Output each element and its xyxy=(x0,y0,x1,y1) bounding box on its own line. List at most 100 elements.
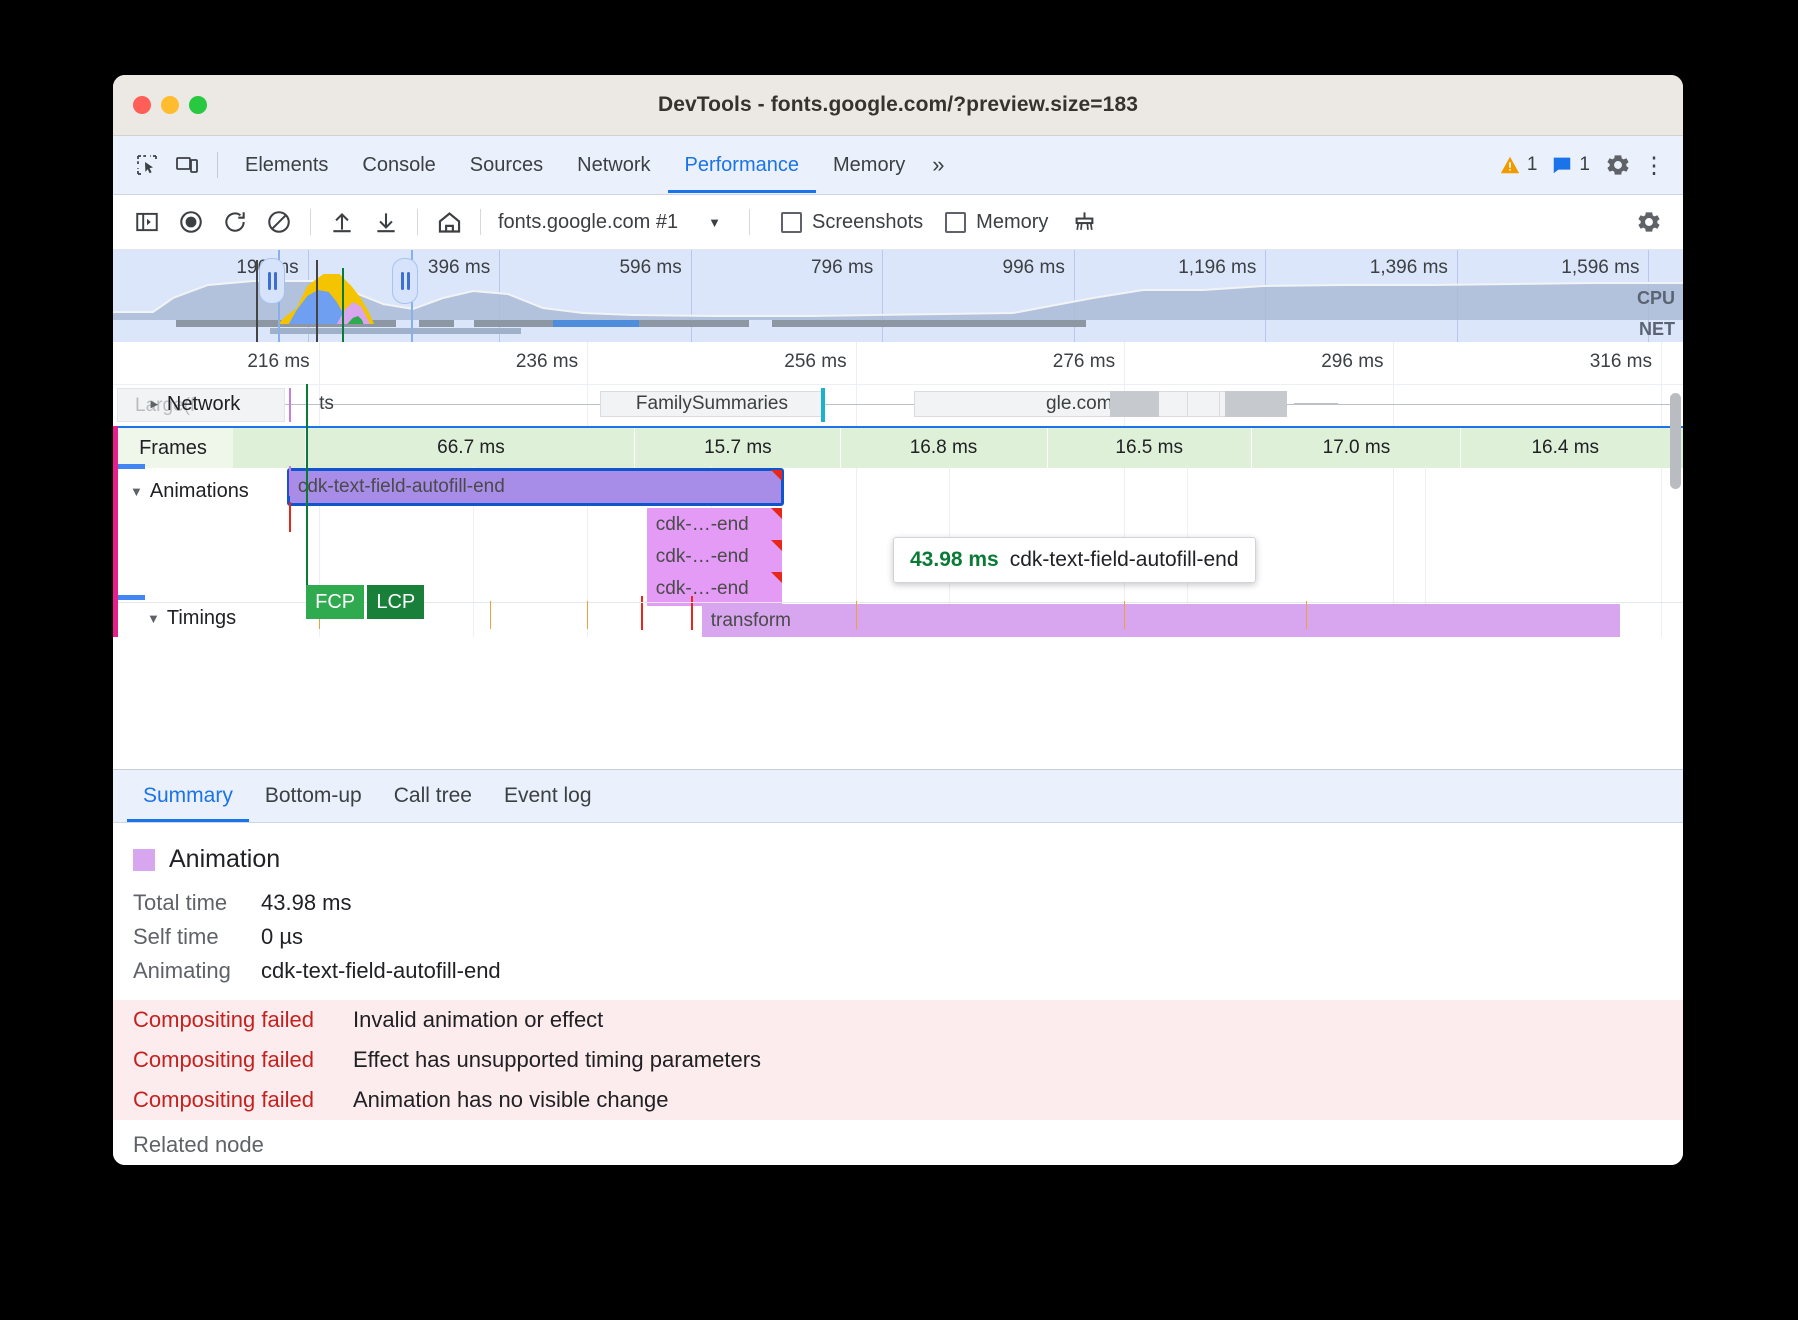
ruler-label: 276 ms xyxy=(1053,351,1124,373)
reload-icon[interactable] xyxy=(213,202,257,242)
collect-garbage-icon[interactable] xyxy=(1062,202,1106,242)
track-name-animations[interactable]: ▼ Animations xyxy=(113,480,249,503)
timeline-overview[interactable]: 196 ms 396 ms 596 ms 796 ms 996 ms 1,196… xyxy=(113,250,1683,342)
more-tabs-icon[interactable]: » xyxy=(922,137,954,193)
window-title-bar: DevTools - fonts.google.com/?preview.siz… xyxy=(113,75,1683,136)
purple-marker xyxy=(289,466,291,496)
toolbar-divider xyxy=(480,209,481,235)
timeline-flame-chart[interactable]: 216 ms 236 ms 256 ms 276 ms 296 ms 316 m… xyxy=(113,342,1683,637)
device-toolbar-icon[interactable] xyxy=(167,146,207,184)
overview-marker-line xyxy=(256,260,258,342)
window-traffic-lights xyxy=(113,96,207,114)
toolbar-divider xyxy=(217,152,218,178)
track-timings[interactable]: ▼ Timings FCP LCP xyxy=(113,602,1683,637)
warning-triangle-icon xyxy=(1499,154,1521,176)
animation-bar[interactable]: cdk-…-end xyxy=(647,572,782,606)
warning-corner-icon xyxy=(771,572,782,583)
sidebar-icon[interactable] xyxy=(125,202,169,242)
cpu-track-label: CPU xyxy=(1637,288,1675,309)
ruler-label: 296 ms xyxy=(1321,351,1392,373)
memory-checkbox[interactable]: Memory xyxy=(945,211,1048,234)
track-label-network: Network xyxy=(167,393,240,416)
minimize-window-button[interactable] xyxy=(161,96,179,114)
devtools-window: DevTools - fonts.google.com/?preview.siz… xyxy=(113,75,1683,1165)
memory-label: Memory xyxy=(976,211,1048,234)
frame-duration: 16.5 ms xyxy=(1115,437,1183,459)
network-bar-segment xyxy=(1110,391,1159,417)
selection-right-handle[interactable] xyxy=(392,258,418,304)
animation-bar[interactable]: cdk-…-end xyxy=(647,508,782,542)
fcp-vertical-line xyxy=(306,384,308,601)
tab-bottom-up[interactable]: Bottom-up xyxy=(249,771,378,822)
network-marker-2 xyxy=(821,388,825,422)
kebab-menu-icon[interactable]: ⋮ xyxy=(1639,145,1669,185)
message-count[interactable]: 1 xyxy=(1544,154,1597,176)
ruler-label: 236 ms xyxy=(516,351,587,373)
tab-console[interactable]: Console xyxy=(345,137,452,193)
screenshots-label: Screenshots xyxy=(812,211,923,234)
animation-bar-label: cdk-text-field-autofill-end xyxy=(298,476,505,498)
failure-key: Compositing failed xyxy=(133,1047,353,1073)
profile-selector[interactable]: fonts.google.com #1 xyxy=(498,211,678,234)
track-frames[interactable]: Frames 66.7 ms 15.7 ms 16.8 ms 16.5 ms 1… xyxy=(113,426,1683,468)
tab-call-tree[interactable]: Call tree xyxy=(378,771,488,822)
tab-summary[interactable]: Summary xyxy=(127,771,249,822)
inspect-element-icon[interactable] xyxy=(127,146,167,184)
tab-sources[interactable]: Sources xyxy=(453,137,560,193)
ruler-label: 256 ms xyxy=(784,351,855,373)
tab-network[interactable]: Network xyxy=(560,137,667,193)
warning-count-value: 1 xyxy=(1527,154,1538,176)
summary-value: 0 µs xyxy=(261,924,303,950)
summary-value: 43.98 ms xyxy=(261,890,352,916)
frame-duration: 15.7 ms xyxy=(704,437,772,459)
message-bubble-icon xyxy=(1551,154,1573,176)
screenshots-checkbox[interactable]: Screenshots xyxy=(781,211,923,234)
network-bar[interactable]: ts xyxy=(286,391,368,417)
tab-elements[interactable]: Elements xyxy=(228,137,345,193)
summary-key: Animating xyxy=(133,958,261,984)
event-color-swatch xyxy=(133,849,155,871)
flame-chart-scrollbar[interactable] xyxy=(1670,393,1681,489)
home-icon[interactable] xyxy=(427,202,471,242)
toolbar-divider xyxy=(310,209,311,235)
failure-reason: Effect has unsupported timing parameters xyxy=(353,1047,761,1073)
tab-memory[interactable]: Memory xyxy=(816,137,922,193)
checkbox-box xyxy=(781,212,802,233)
animation-bar-label: cdk-…-end xyxy=(656,514,749,536)
warning-count[interactable]: 1 xyxy=(1492,154,1545,176)
warning-corner-icon xyxy=(771,470,782,481)
fcp-marker[interactable]: FCP xyxy=(306,585,364,619)
upload-icon[interactable] xyxy=(320,202,364,242)
record-circle-icon[interactable] xyxy=(169,202,213,242)
maximize-window-button[interactable] xyxy=(189,96,207,114)
track-name-network[interactable]: ▼ Network xyxy=(130,393,240,416)
failure-reason: Animation has no visible change xyxy=(353,1087,669,1113)
animation-bar-selected[interactable]: cdk-text-field-autofill-end xyxy=(289,470,782,504)
warning-corner-icon xyxy=(771,540,782,551)
chevron-down-icon[interactable]: ▼ xyxy=(708,215,721,230)
tooltip-name: cdk-text-field-autofill-end xyxy=(1010,548,1239,572)
chevron-down-icon[interactable]: ▼ xyxy=(147,611,160,626)
network-bar[interactable]: FamilySummaries xyxy=(600,391,825,417)
gear-icon[interactable] xyxy=(1597,145,1639,185)
selection-left-handle[interactable] xyxy=(259,258,285,304)
frame-duration: 66.7 ms xyxy=(437,437,505,459)
frame-duration: 17.0 ms xyxy=(1323,437,1391,459)
overview-fcp-line xyxy=(342,268,344,342)
tab-performance[interactable]: Performance xyxy=(668,137,817,193)
track-network[interactable]: Large(f ▼ Network ts FamilySummaries gle… xyxy=(113,384,1683,426)
close-window-button[interactable] xyxy=(133,96,151,114)
chevron-right-icon[interactable]: ▼ xyxy=(146,398,161,411)
clear-slash-icon[interactable] xyxy=(257,202,301,242)
chevron-down-icon[interactable]: ▼ xyxy=(130,484,143,499)
tab-event-log[interactable]: Event log xyxy=(488,771,608,822)
download-icon[interactable] xyxy=(364,202,408,242)
event-type-label: Animation xyxy=(169,845,280,874)
capture-settings-gear-icon[interactable] xyxy=(1627,202,1671,242)
details-pane: Summary Bottom-up Call tree Event log An… xyxy=(113,769,1683,1165)
lcp-marker[interactable]: LCP xyxy=(367,585,424,619)
track-name-timings[interactable]: ▼ Timings xyxy=(130,607,236,630)
track-selection-rail xyxy=(113,426,118,637)
animation-bar[interactable]: cdk-…-end xyxy=(647,540,782,574)
track-label-timings: Timings xyxy=(167,607,236,630)
